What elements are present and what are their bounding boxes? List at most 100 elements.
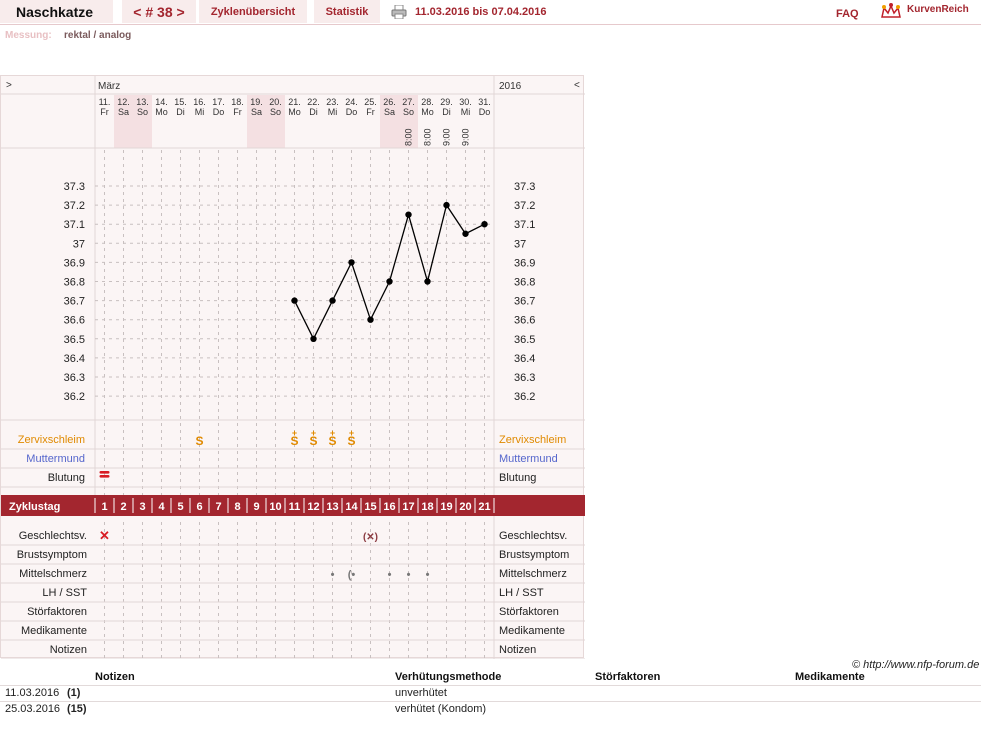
y-tick-label: 36.8	[64, 277, 85, 289]
row-method: unverhütet	[395, 687, 447, 699]
temperature-point	[405, 211, 412, 218]
measure-label: Messung:	[5, 30, 52, 41]
date-label: 17.	[212, 97, 225, 107]
bottom-row-label: Medikamente	[21, 625, 87, 637]
weekday-label: Do	[213, 107, 225, 117]
bleeding-mark	[99, 475, 110, 478]
temperature-point	[367, 316, 374, 323]
time-label: 8:00	[423, 128, 433, 146]
weekday-label: Mo	[288, 107, 301, 117]
temperature-point	[386, 278, 393, 285]
temperature-chart: > März 2016 <11.Fr12.Sa13.So14.Mo15.Di16.Mi…	[1, 76, 585, 660]
top-bar: Naschkatze < # 38 > Zyklenübersicht Stat…	[0, 0, 981, 25]
y-tick-label-right: 36.5	[514, 334, 535, 346]
time-label: 9:00	[442, 128, 452, 146]
cycle-day-number: 7	[215, 501, 221, 513]
temperature-point	[443, 201, 450, 209]
cervix-plus: +	[330, 428, 335, 438]
pain-mark: •	[407, 569, 411, 581]
col-notes: Notizen	[95, 671, 135, 683]
y-tick-label: 36.3	[64, 372, 85, 384]
col-disturb: Störfaktoren	[595, 671, 661, 683]
date-label: 27.	[402, 97, 415, 107]
y-tick-label-right: 36.6	[514, 315, 535, 327]
temperature-point	[424, 278, 431, 285]
row-cycle-day: (15)	[67, 703, 87, 715]
cervix-plus: +	[292, 428, 297, 438]
date-label: 13.	[136, 97, 149, 107]
pain-mark: •	[426, 569, 430, 581]
cycle-day-label: Zyklustag	[9, 501, 60, 513]
y-tick-label: 37.3	[64, 181, 85, 193]
date-label: 11.	[99, 97, 111, 107]
faq-link[interactable]: FAQ	[836, 4, 859, 24]
cycle-day-number: 5	[177, 501, 183, 513]
date-label: 24.	[345, 97, 358, 107]
date-label: 22.	[307, 97, 320, 107]
mouth-row-label-right: Muttermund	[499, 453, 558, 465]
y-tick-label: 37.1	[64, 219, 85, 231]
y-tick-label: 37	[73, 238, 85, 250]
cycle-day-number: 20	[459, 501, 471, 513]
y-tick-label: 36.9	[64, 257, 85, 269]
mouth-row-label: Muttermund	[26, 453, 85, 465]
weekday-label: Di	[442, 107, 451, 117]
bottom-row-label-right: LH / SST	[499, 587, 544, 599]
date-label: 15.	[174, 97, 187, 107]
bleeding-mark	[99, 471, 110, 474]
date-label: 12.	[117, 97, 130, 107]
weekday-label: Sa	[118, 107, 129, 117]
bottom-row-label: Brustsymptom	[17, 549, 87, 561]
cycle-navigator[interactable]: < # 38 >	[122, 0, 196, 23]
cycle-day-number: 19	[440, 501, 452, 513]
bleeding-row-label: Blutung	[48, 472, 85, 484]
date-label: 16.	[193, 97, 206, 107]
weekday-label: Mi	[328, 107, 338, 117]
row-date: 11.03.2016	[5, 687, 60, 699]
date-label: 23.	[326, 97, 339, 107]
cycle-day-number: 6	[196, 501, 202, 513]
weekday-label: Do	[346, 107, 358, 117]
y-tick-label-right: 36.9	[514, 257, 535, 269]
pain-mark: (•	[348, 569, 356, 581]
bottom-row-label-right: Geschlechtsv.	[499, 530, 567, 542]
y-tick-label-right: 37.2	[514, 200, 535, 212]
cycle-day-number: 10	[269, 501, 281, 513]
nav-next-arrow[interactable]: <	[574, 80, 580, 91]
y-tick-label-right: 36.2	[514, 391, 535, 403]
bottom-row-label: Mittelschmerz	[19, 568, 87, 580]
cycle-day-number: 9	[253, 501, 259, 513]
cycle-day-number: 16	[383, 501, 395, 513]
printer-icon[interactable]	[391, 5, 407, 19]
tab-statistics[interactable]: Statistik	[314, 0, 380, 23]
cervix-symbol: S	[195, 434, 203, 448]
bottom-row-label-right: Mittelschmerz	[499, 568, 567, 580]
cycle-day-number: 21	[478, 501, 490, 513]
time-label: 9:00	[461, 128, 471, 146]
weekday-label: Di	[176, 107, 185, 117]
y-tick-label-right: 37	[514, 238, 526, 250]
weekday-label: Sa	[251, 107, 262, 117]
date-label: 29.	[440, 97, 453, 107]
y-tick-label: 36.2	[64, 391, 85, 403]
date-label: 20.	[269, 97, 282, 107]
pain-mark: •	[331, 569, 335, 581]
cycle-day-number: 14	[345, 501, 358, 513]
protected-intercourse-mark: (✕)	[363, 532, 378, 543]
temperature-point	[291, 297, 298, 304]
temperature-point	[310, 335, 317, 342]
user-name: Naschkatze	[0, 0, 113, 23]
nav-prev-arrow[interactable]: >	[6, 80, 12, 91]
cycle-day-number: 2	[120, 501, 126, 513]
brand-logo-text[interactable]: KurvenReich	[907, 0, 969, 20]
month-label: März	[98, 81, 120, 92]
date-label: 19.	[250, 97, 263, 107]
table-row: 11.03.2016 (1) unverhütet	[0, 685, 981, 701]
cycle-day-number: 17	[402, 501, 414, 513]
cycle-day-number: 8	[234, 501, 240, 513]
date-label: 21.	[288, 97, 301, 107]
row-cycle-day: (1)	[67, 687, 81, 699]
tab-cycle-overview[interactable]: Zyklenübersicht	[199, 0, 307, 23]
date-label: 25.	[364, 97, 377, 107]
col-meds: Medikamente	[795, 671, 865, 683]
